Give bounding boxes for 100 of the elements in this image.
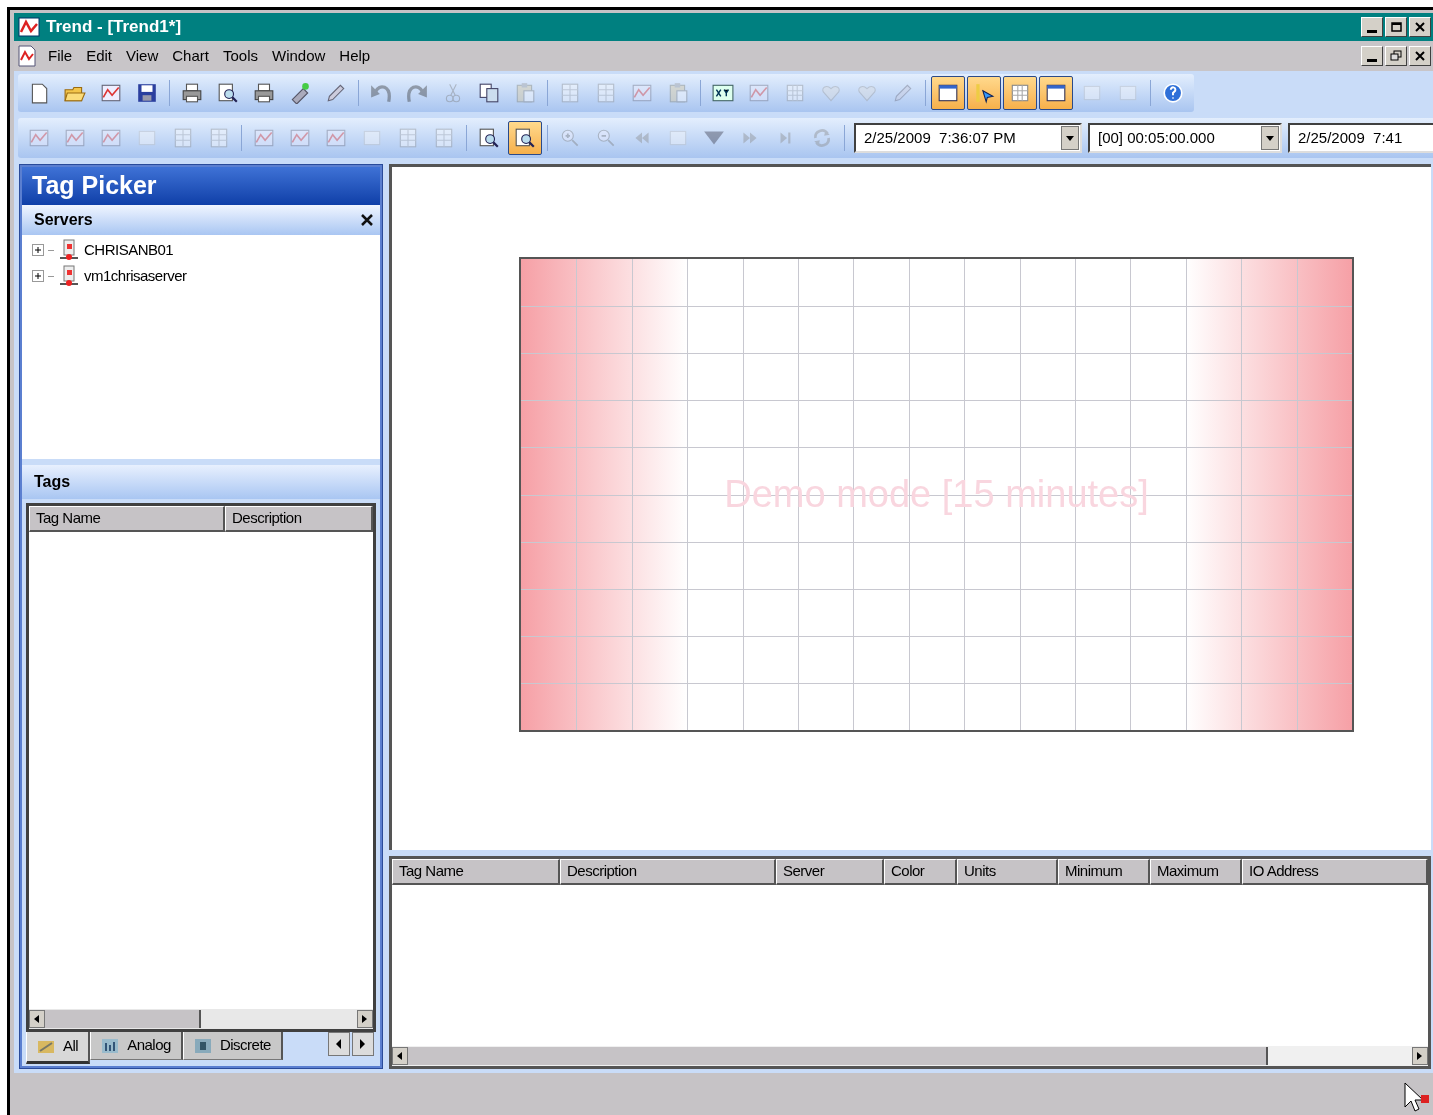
zoom-out-icon — [595, 127, 617, 149]
column-header[interactable]: Tag Name — [392, 859, 560, 885]
toolbar-button[interactable] — [508, 121, 542, 155]
section-title: Servers — [34, 210, 93, 230]
close-icon — [1413, 49, 1427, 63]
toolbar-button[interactable] — [1003, 76, 1037, 110]
column-header[interactable]: Server — [776, 859, 884, 885]
server-icon — [58, 265, 80, 287]
right-arrow-icon — [1417, 1052, 1423, 1060]
table-icon — [595, 82, 617, 104]
toolbar-button[interactable] — [967, 76, 1001, 110]
refresh-icon — [811, 127, 833, 149]
document-icon — [16, 44, 38, 68]
window-title: Trend - [Trend1*] — [46, 16, 182, 39]
save-icon — [136, 82, 158, 104]
tree-item[interactable]: CHRISANB01 — [84, 238, 174, 262]
expand-icon[interactable] — [32, 244, 44, 256]
tab-icon — [101, 1036, 120, 1055]
column-header[interactable]: Units — [957, 859, 1058, 885]
panel-title: Tag Picker — [22, 167, 380, 205]
pointer-icon — [973, 82, 995, 104]
grid-icon — [1009, 82, 1031, 104]
toolbar-button[interactable] — [931, 76, 965, 110]
left-arrow-icon — [397, 1052, 403, 1060]
tree-item[interactable]: vm1chrisaserver — [84, 264, 187, 288]
left-arrow-icon — [336, 1039, 342, 1049]
menu-item[interactable]: Chart — [166, 44, 215, 68]
grid-icon — [784, 82, 806, 104]
line-chart-icon — [325, 127, 347, 149]
menu-item[interactable]: View — [120, 44, 165, 68]
tab-scroll-right-button[interactable] — [352, 1032, 374, 1056]
line-chart-icon — [100, 127, 122, 149]
table-icon — [397, 127, 419, 149]
caret-icon — [1066, 135, 1074, 141]
table-icon — [208, 127, 230, 149]
left-arrow-icon — [34, 1015, 40, 1023]
maximize-button[interactable] — [1385, 17, 1407, 37]
server-icon — [58, 239, 80, 261]
menu-item[interactable]: Window — [266, 44, 332, 68]
window-icon — [1045, 82, 1067, 104]
right-arrow-icon — [362, 1015, 368, 1023]
dropdown-button[interactable] — [1061, 126, 1079, 150]
minimize-icon — [1367, 30, 1377, 33]
right-arrow-icon — [360, 1039, 366, 1049]
redo-icon — [406, 82, 428, 104]
restore-button[interactable] — [1385, 46, 1407, 66]
column-header[interactable]: IO Address — [1242, 859, 1428, 885]
minimize-button[interactable] — [1361, 17, 1383, 37]
close-button[interactable] — [1409, 17, 1431, 37]
line-chart-icon — [748, 82, 770, 104]
line-chart-icon — [64, 127, 86, 149]
window-icon — [937, 82, 959, 104]
toolbar-button[interactable] — [1039, 76, 1073, 110]
copy-icon — [478, 82, 500, 104]
dropdown-button[interactable] — [1261, 126, 1279, 150]
column-header[interactable]: Description — [225, 506, 373, 532]
section-title: Tags — [34, 472, 71, 492]
connector-icon — [289, 82, 311, 104]
printer-icon — [253, 82, 275, 104]
clipboard-icon — [667, 82, 689, 104]
minimize-icon — [1367, 59, 1377, 62]
menu-item[interactable]: File — [42, 44, 79, 68]
menu-item[interactable]: Edit — [80, 44, 119, 68]
menu-item[interactable]: Tools — [216, 44, 264, 68]
line-chart-icon — [253, 127, 275, 149]
tab[interactable]: Discrete — [182, 1032, 283, 1060]
table-icon — [172, 127, 194, 149]
column-header[interactable]: Minimum — [1058, 859, 1150, 885]
undo-icon — [370, 82, 392, 104]
close-button[interactable] — [1409, 46, 1431, 66]
date-time-field[interactable]: [00] 00:05:00.000 — [1088, 123, 1282, 153]
table-icon — [559, 82, 581, 104]
caret-icon — [1266, 135, 1274, 141]
tab-icon — [193, 1036, 212, 1055]
pencil-icon — [325, 82, 347, 104]
date-time-field[interactable]: 2/25/2009 7:41 — [1288, 123, 1433, 153]
date-time-field[interactable]: 2/25/2009 7:36:07 PM — [854, 123, 1082, 153]
pointer-icon — [1401, 1081, 1431, 1113]
restore-icon — [1389, 49, 1403, 63]
close-icon[interactable] — [360, 213, 374, 227]
column-header[interactable]: Tag Name — [29, 506, 225, 532]
printer-icon — [181, 82, 203, 104]
column-header[interactable]: Description — [560, 859, 776, 885]
tab-scroll-left-button[interactable] — [328, 1032, 350, 1056]
column-header[interactable]: Maximum — [1150, 859, 1242, 885]
close-icon — [1413, 20, 1427, 34]
tab[interactable]: All — [26, 1032, 91, 1064]
line-chart-icon — [289, 127, 311, 149]
minimize-button[interactable] — [1361, 46, 1383, 66]
horizontal-scrollbar[interactable] — [392, 1046, 1428, 1066]
horizontal-scrollbar[interactable] — [29, 1009, 373, 1029]
pencil-icon — [892, 82, 914, 104]
clipboard-icon — [514, 82, 536, 104]
expand-icon[interactable] — [32, 270, 44, 282]
line-chart-icon — [100, 82, 122, 104]
tab[interactable]: Analog — [90, 1032, 183, 1060]
column-header[interactable]: Color — [884, 859, 957, 885]
menu-item[interactable]: Help — [333, 44, 377, 68]
line-chart-icon — [28, 127, 50, 149]
preview-icon — [478, 127, 500, 149]
